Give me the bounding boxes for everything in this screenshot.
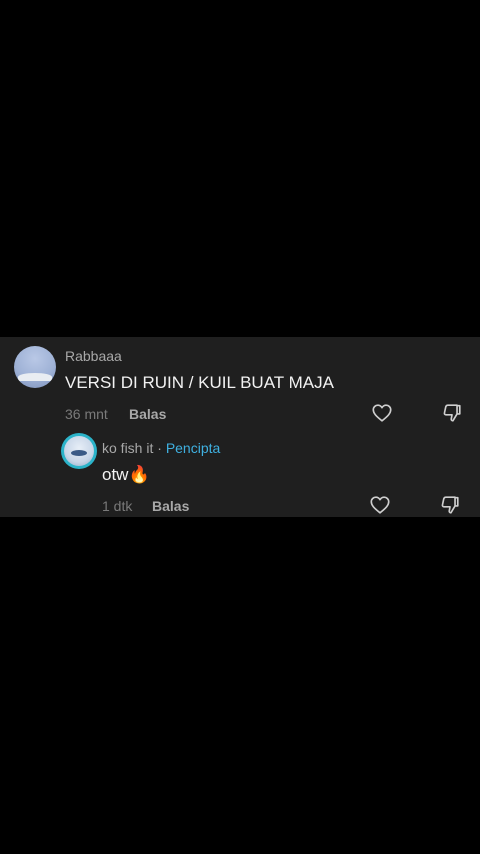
reply-username[interactable]: ko fish it	[102, 440, 153, 456]
comment-timestamp: 36 mnt	[65, 406, 108, 422]
heart-icon[interactable]	[371, 402, 393, 424]
reply-text: otw	[102, 465, 129, 484]
reply-text-line: otw🔥	[102, 465, 150, 485]
comments-panel: Rabbaaa VERSI DI RUIN / KUIL BUAT MAJA 3…	[0, 337, 480, 517]
fire-emoji: 🔥	[128, 465, 150, 484]
reply-avatar[interactable]	[61, 433, 97, 469]
reply-reply-button[interactable]: Balas	[152, 498, 189, 514]
creator-badge: Pencipta	[165, 440, 221, 456]
separator: ·	[157, 440, 162, 456]
comment-username[interactable]: Rabbaaa	[65, 348, 122, 364]
comment-text: VERSI DI RUIN / KUIL BUAT MAJA	[65, 373, 334, 392]
reply-button[interactable]: Balas	[129, 406, 166, 422]
reply-username-line: ko fish it · Pencipta	[102, 440, 220, 456]
thumbs-down-icon[interactable]	[441, 402, 463, 424]
heart-icon[interactable]	[369, 494, 391, 516]
reply-timestamp: 1 dtk	[102, 498, 133, 514]
avatar[interactable]	[14, 346, 56, 388]
thumbs-down-icon[interactable]	[439, 494, 461, 516]
